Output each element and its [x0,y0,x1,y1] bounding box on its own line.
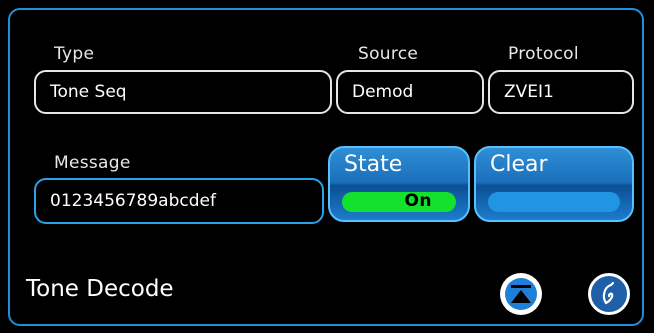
message-label: Message [54,153,131,173]
clear-button[interactable]: Clear [474,146,634,222]
scroll-to-top-button[interactable] [500,273,542,315]
scroll-to-top-icon [505,278,537,310]
protocol-value: ZVEI1 [504,82,554,102]
type-field[interactable]: Tone Seq [34,70,332,114]
source-field[interactable]: Demod [336,70,484,114]
state-button[interactable]: State On [328,146,470,222]
page-title: Tone Decode [26,276,174,302]
source-label: Source [358,44,419,64]
dial-knob-icon [602,281,615,305]
message-field[interactable]: 0123456789abcdef [34,178,324,224]
clear-indicator [488,192,620,212]
protocol-field[interactable]: ZVEI1 [488,70,634,114]
clear-button-label: Clear [490,152,548,177]
type-label: Type [54,44,95,64]
state-value: On [404,191,432,211]
state-button-label: State [344,152,403,177]
dial-button[interactable] [588,273,630,315]
tone-decode-panel: Type Source Protocol Tone Seq Demod ZVEI… [8,8,644,326]
state-indicator: On [342,191,456,212]
type-value: Tone Seq [50,82,127,102]
message-value: 0123456789abcdef [50,191,216,211]
protocol-label: Protocol [508,44,579,64]
source-value: Demod [352,82,414,102]
